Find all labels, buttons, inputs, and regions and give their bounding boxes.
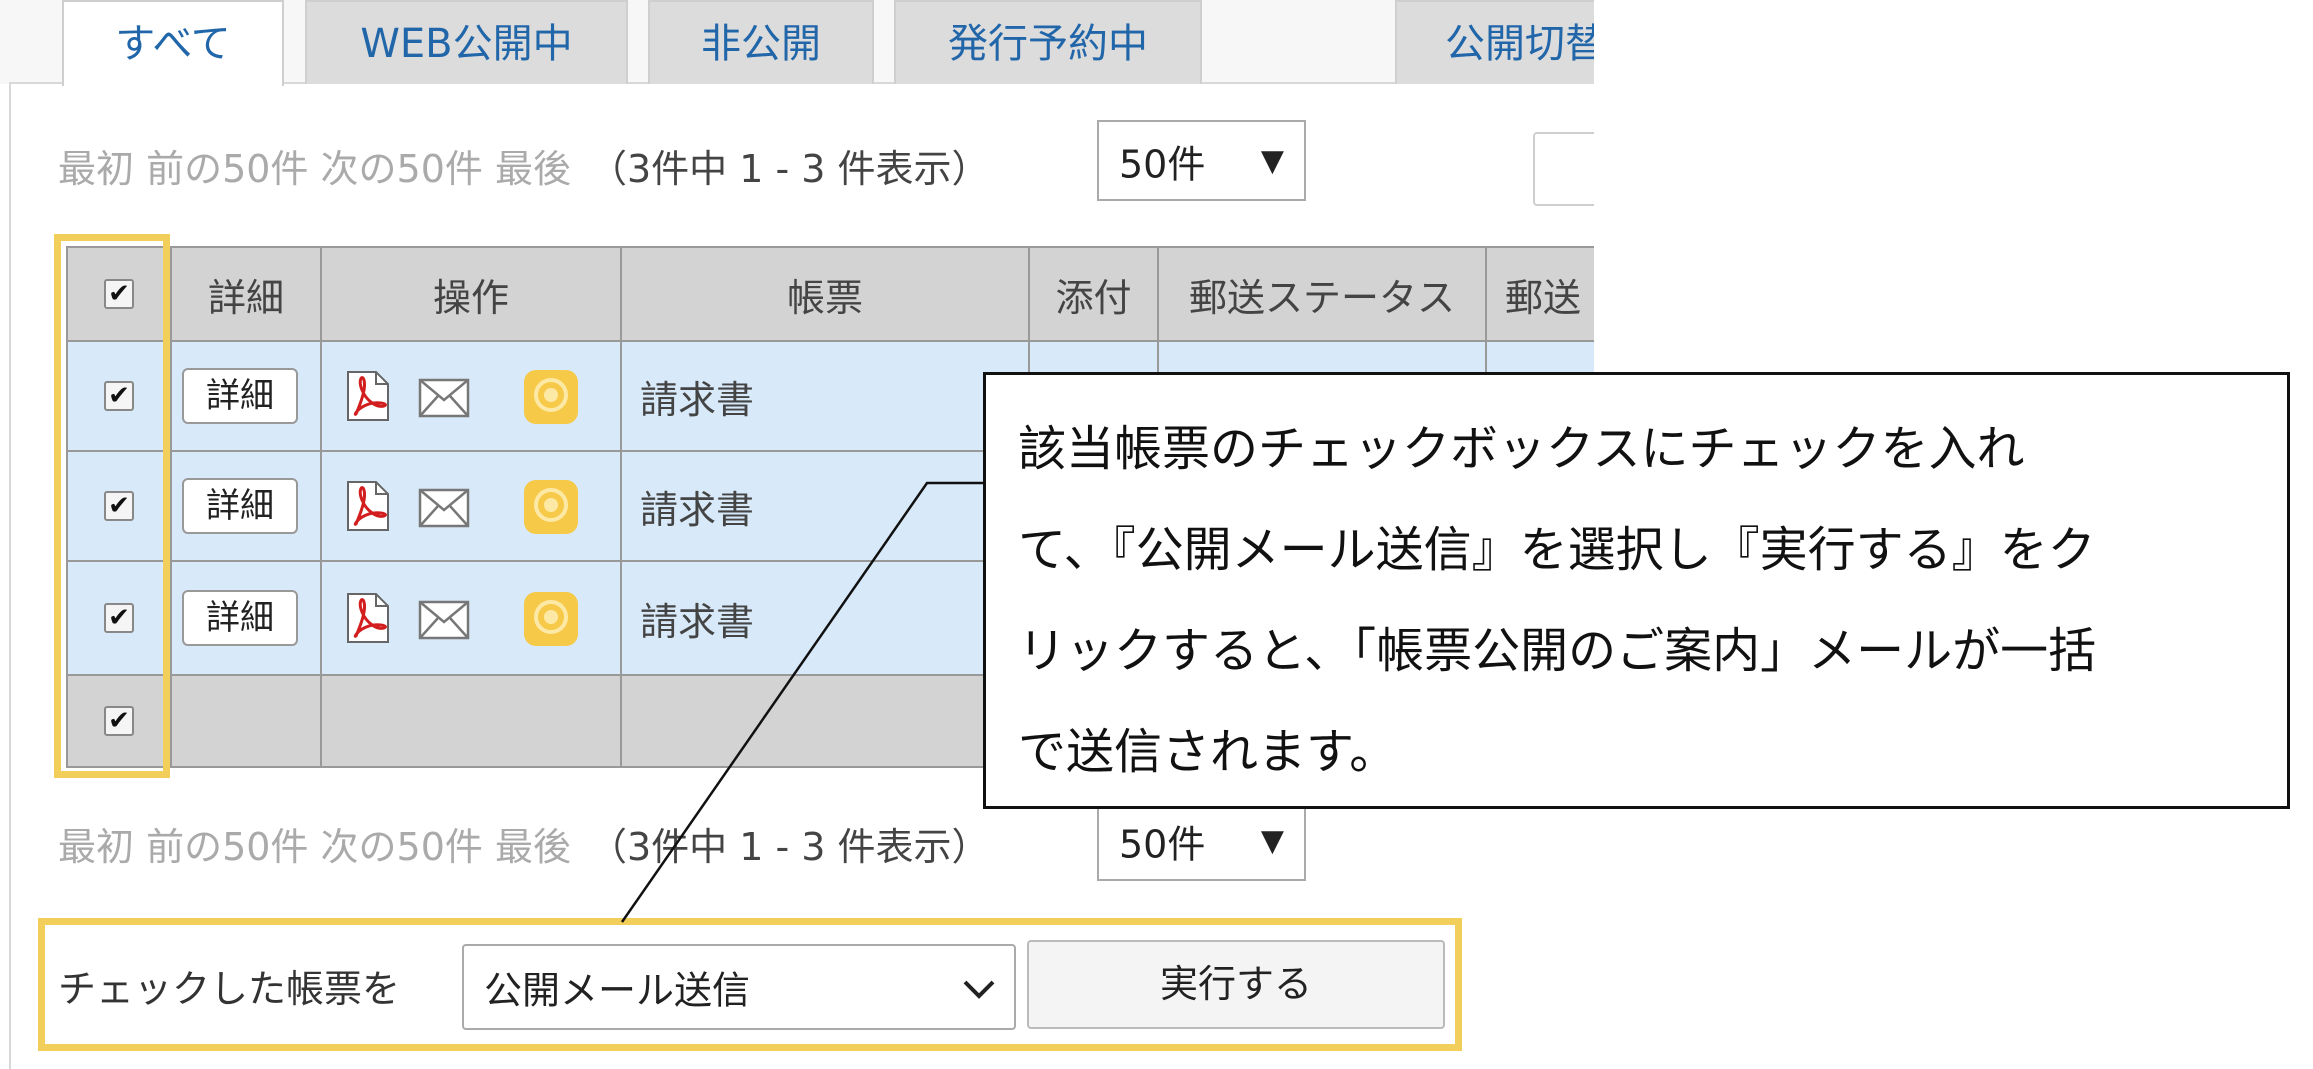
- column-header-attachment: 添付: [1028, 246, 1159, 342]
- pager-nav-links[interactable]: 最初 前の50件 次の50件 最後: [58, 825, 571, 869]
- table-row-document-cell: 請求書: [620, 340, 1030, 452]
- pager-nav-links[interactable]: 最初 前の50件 次の50件 最後: [58, 147, 571, 191]
- column-header-mail-more: 郵送: [1485, 246, 1594, 342]
- detail-button[interactable]: 詳細: [182, 590, 298, 646]
- footer-cell: [620, 674, 1030, 768]
- pdf-icon[interactable]: [346, 370, 390, 422]
- column-header-operation: 操作: [320, 246, 622, 342]
- page-size-value: 50件: [1119, 822, 1206, 866]
- tab-scheduled[interactable]: 発行予約中: [894, 0, 1202, 84]
- tab-web-published[interactable]: WEB公開中: [305, 0, 628, 84]
- detail-button[interactable]: 詳細: [182, 368, 298, 424]
- mail-icon[interactable]: [418, 378, 470, 418]
- page-size-value: 50件: [1119, 142, 1206, 186]
- table-row-detail-cell: 詳細: [170, 450, 322, 562]
- pager-top: 最初 前の50件 次の50件 最後 （3件中 1 - 3 件表示）: [58, 138, 990, 193]
- table-row-detail-cell: 詳細: [170, 340, 322, 452]
- content-frame-left: [9, 82, 11, 1069]
- dropdown-arrow-icon: ▼: [1260, 823, 1284, 858]
- pager-bottom: 最初 前の50件 次の50件 最後 （3件中 1 - 3 件表示）: [58, 816, 990, 871]
- pdf-icon[interactable]: [346, 592, 390, 644]
- page-size-select-top[interactable]: 50件 ▼: [1097, 120, 1306, 201]
- coin-icon[interactable]: [522, 478, 580, 536]
- coin-icon[interactable]: [522, 368, 580, 426]
- column-header-document: 帳票: [620, 246, 1030, 342]
- column-header-mail-status: 郵送ステータス: [1157, 246, 1487, 342]
- mail-icon[interactable]: [418, 488, 470, 528]
- table-row-detail-cell: 詳細: [170, 560, 322, 676]
- tab-private[interactable]: 非公開: [648, 0, 874, 84]
- column-header-detail: 詳細: [170, 246, 322, 342]
- pager-count: （3件中 1 - 3 件表示）: [588, 147, 990, 191]
- detail-button[interactable]: 詳細: [182, 478, 298, 534]
- pager-count: （3件中 1 - 3 件表示）: [588, 825, 990, 869]
- checkbox-column-highlight: [54, 234, 170, 778]
- table-row-operation-cell: [320, 340, 622, 452]
- footer-cell: [170, 674, 322, 768]
- pdf-icon[interactable]: [346, 480, 390, 532]
- table-row-document-cell: 請求書: [620, 560, 1030, 676]
- dropdown-arrow-icon: ▼: [1260, 143, 1284, 178]
- footer-cell: [320, 674, 622, 768]
- callout-line: で送信されます。: [1018, 724, 1398, 780]
- callout-line: 該当帳票のチェックボックスにチェックを入れ: [1018, 421, 2025, 477]
- callout-line: て、『公開メール送信』を選択し『実行する』をク: [1018, 522, 2096, 578]
- bulk-action-highlight: [38, 918, 1462, 1051]
- tab-all[interactable]: すべて: [62, 0, 284, 86]
- coin-icon[interactable]: [522, 590, 580, 648]
- page-size-select-bottom[interactable]: 50件 ▼: [1097, 800, 1306, 881]
- instruction-callout: 該当帳票のチェックボックスにチェックを入れ て、『公開メール送信』を選択し『実行…: [983, 372, 2290, 809]
- toolbar-button[interactable]: [1533, 132, 1594, 206]
- table-row-operation-cell: [320, 560, 622, 676]
- tab-publish-switch[interactable]: 公開切替: [1395, 0, 1594, 84]
- mail-icon[interactable]: [418, 600, 470, 640]
- callout-line: リックすると、「帳票公開のご案内」メールが一括: [1018, 623, 2097, 679]
- table-row-operation-cell: [320, 450, 622, 562]
- table-row-document-cell: 請求書: [620, 450, 1030, 562]
